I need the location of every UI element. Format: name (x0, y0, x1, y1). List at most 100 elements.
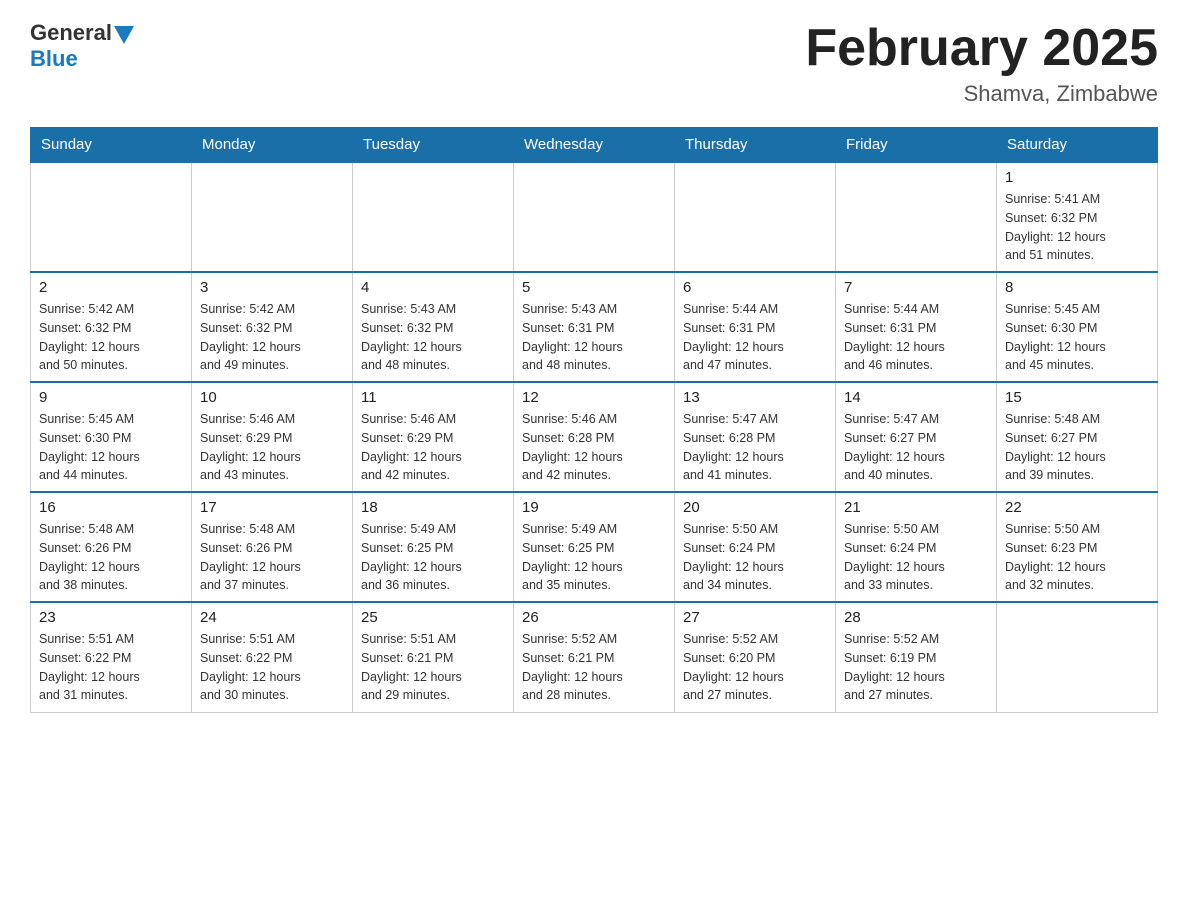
day-info: Sunrise: 5:47 AM Sunset: 6:27 PM Dayligh… (844, 410, 988, 485)
calendar-day-cell: 24 Sunrise: 5:51 AM Sunset: 6:22 PM Dayli… (192, 602, 353, 712)
calendar-table: SundayMondayTuesdayWednesdayThursdayFrid… (30, 127, 1158, 713)
calendar-day-cell: 7Sunrise: 5:44 AM Sunset: 6:31 PM Daylig… (836, 272, 997, 382)
day-of-week-header: Monday (192, 128, 353, 163)
day-number: 6 (683, 279, 827, 296)
day-of-week-header: Wednesday (514, 128, 675, 163)
day-number: 9 (39, 389, 183, 406)
day-number: 18 (361, 499, 505, 516)
calendar-day-cell (997, 602, 1158, 712)
logo-blue-text: Blue (30, 46, 78, 72)
day-number: 7 (844, 279, 988, 296)
day-number: 17 (200, 499, 344, 516)
calendar-day-cell: 10 Sunrise: 5:46 AM Sunset: 6:29 PM Dayli… (192, 382, 353, 492)
calendar-header-row: SundayMondayTuesdayWednesdayThursdayFrid… (31, 128, 1158, 163)
calendar-day-cell: 18 Sunrise: 5:49 AM Sunset: 6:25 PM Dayli… (353, 492, 514, 602)
day-info: Sunrise: 5:42 AM Sunset: 6:32 PM Dayligh… (200, 300, 344, 375)
day-info: Sunrise: 5:42 AM Sunset: 6:32 PM Dayligh… (39, 300, 183, 375)
day-info: Sunrise: 5:49 AM Sunset: 6:25 PM Dayligh… (522, 520, 666, 595)
location-subtitle: Shamva, Zimbabwe (805, 81, 1158, 107)
day-of-week-header: Friday (836, 128, 997, 163)
calendar-day-cell (514, 162, 675, 272)
logo-triangle-icon (114, 26, 134, 46)
logo: General Blue (30, 20, 134, 72)
day-number: 24 (200, 609, 344, 626)
day-info: Sunrise: 5:46 AM Sunset: 6:28 PM Dayligh… (522, 410, 666, 485)
day-number: 22 (1005, 499, 1149, 516)
calendar-day-cell: 6 Sunrise: 5:44 AM Sunset: 6:31 PM Daylig… (675, 272, 836, 382)
day-info: Sunrise: 5:51 AM Sunset: 6:22 PM Dayligh… (200, 630, 344, 705)
day-info: Sunrise: 5:41 AM Sunset: 6:32 PM Dayligh… (1005, 190, 1149, 265)
day-info: Sunrise: 5:50 AM Sunset: 6:23 PM Dayligh… (1005, 520, 1149, 595)
calendar-week-row: 2Sunrise: 5:42 AM Sunset: 6:32 PM Daylig… (31, 272, 1158, 382)
day-info: Sunrise: 5:51 AM Sunset: 6:21 PM Dayligh… (361, 630, 505, 705)
page-header: General Blue February 2025 Shamva, Zimba… (30, 20, 1158, 107)
day-number: 27 (683, 609, 827, 626)
day-info: Sunrise: 5:46 AM Sunset: 6:29 PM Dayligh… (200, 410, 344, 485)
logo-general-text: General (30, 20, 112, 46)
calendar-day-cell: 11 Sunrise: 5:46 AM Sunset: 6:29 PM Dayli… (353, 382, 514, 492)
calendar-day-cell: 28 Sunrise: 5:52 AM Sunset: 6:19 PM Dayli… (836, 602, 997, 712)
day-number: 12 (522, 389, 666, 406)
day-number: 20 (683, 499, 827, 516)
day-info: Sunrise: 5:46 AM Sunset: 6:29 PM Dayligh… (361, 410, 505, 485)
day-info: Sunrise: 5:50 AM Sunset: 6:24 PM Dayligh… (844, 520, 988, 595)
calendar-day-cell: 22 Sunrise: 5:50 AM Sunset: 6:23 PM Dayli… (997, 492, 1158, 602)
calendar-day-cell: 27 Sunrise: 5:52 AM Sunset: 6:20 PM Dayli… (675, 602, 836, 712)
day-number: 11 (361, 389, 505, 406)
day-info: Sunrise: 5:49 AM Sunset: 6:25 PM Dayligh… (361, 520, 505, 595)
day-info: Sunrise: 5:48 AM Sunset: 6:26 PM Dayligh… (39, 520, 183, 595)
calendar-day-cell: 14 Sunrise: 5:47 AM Sunset: 6:27 PM Dayli… (836, 382, 997, 492)
calendar-day-cell (836, 162, 997, 272)
day-info: Sunrise: 5:43 AM Sunset: 6:31 PM Dayligh… (522, 300, 666, 375)
day-info: Sunrise: 5:43 AM Sunset: 6:32 PM Dayligh… (361, 300, 505, 375)
day-info: Sunrise: 5:52 AM Sunset: 6:20 PM Dayligh… (683, 630, 827, 705)
calendar-day-cell: 25 Sunrise: 5:51 AM Sunset: 6:21 PM Dayli… (353, 602, 514, 712)
day-of-week-header: Tuesday (353, 128, 514, 163)
day-info: Sunrise: 5:45 AM Sunset: 6:30 PM Dayligh… (1005, 300, 1149, 375)
day-info: Sunrise: 5:48 AM Sunset: 6:27 PM Dayligh… (1005, 410, 1149, 485)
calendar-day-cell: 8Sunrise: 5:45 AM Sunset: 6:30 PM Daylig… (997, 272, 1158, 382)
day-info: Sunrise: 5:52 AM Sunset: 6:19 PM Dayligh… (844, 630, 988, 705)
calendar-day-cell: 17 Sunrise: 5:48 AM Sunset: 6:26 PM Dayli… (192, 492, 353, 602)
calendar-day-cell: 19 Sunrise: 5:49 AM Sunset: 6:25 PM Dayli… (514, 492, 675, 602)
day-info: Sunrise: 5:51 AM Sunset: 6:22 PM Dayligh… (39, 630, 183, 705)
calendar-day-cell: 15 Sunrise: 5:48 AM Sunset: 6:27 PM Dayli… (997, 382, 1158, 492)
day-info: Sunrise: 5:47 AM Sunset: 6:28 PM Dayligh… (683, 410, 827, 485)
day-number: 23 (39, 609, 183, 626)
day-of-week-header: Saturday (997, 128, 1158, 163)
day-number: 26 (522, 609, 666, 626)
day-number: 5 (522, 279, 666, 296)
calendar-week-row: 9Sunrise: 5:45 AM Sunset: 6:30 PM Daylig… (31, 382, 1158, 492)
day-number: 14 (844, 389, 988, 406)
day-of-week-header: Sunday (31, 128, 192, 163)
calendar-day-cell (31, 162, 192, 272)
day-number: 28 (844, 609, 988, 626)
calendar-day-cell: 13Sunrise: 5:47 AM Sunset: 6:28 PM Dayli… (675, 382, 836, 492)
calendar-day-cell (353, 162, 514, 272)
calendar-day-cell: 4 Sunrise: 5:43 AM Sunset: 6:32 PM Daylig… (353, 272, 514, 382)
day-info: Sunrise: 5:44 AM Sunset: 6:31 PM Dayligh… (683, 300, 827, 375)
day-number: 10 (200, 389, 344, 406)
day-number: 4 (361, 279, 505, 296)
calendar-day-cell: 12 Sunrise: 5:46 AM Sunset: 6:28 PM Dayli… (514, 382, 675, 492)
calendar-day-cell (675, 162, 836, 272)
calendar-week-row: 23 Sunrise: 5:51 AM Sunset: 6:22 PM Dayli… (31, 602, 1158, 712)
calendar-day-cell (192, 162, 353, 272)
day-number: 15 (1005, 389, 1149, 406)
calendar-week-row: 16 Sunrise: 5:48 AM Sunset: 6:26 PM Dayli… (31, 492, 1158, 602)
day-number: 1 (1005, 169, 1149, 186)
calendar-day-cell: 1 Sunrise: 5:41 AM Sunset: 6:32 PM Daylig… (997, 162, 1158, 272)
calendar-day-cell: 3 Sunrise: 5:42 AM Sunset: 6:32 PM Daylig… (192, 272, 353, 382)
day-info: Sunrise: 5:48 AM Sunset: 6:26 PM Dayligh… (200, 520, 344, 595)
calendar-day-cell: 9Sunrise: 5:45 AM Sunset: 6:30 PM Daylig… (31, 382, 192, 492)
day-number: 21 (844, 499, 988, 516)
calendar-day-cell: 20Sunrise: 5:50 AM Sunset: 6:24 PM Dayli… (675, 492, 836, 602)
calendar-day-cell: 16 Sunrise: 5:48 AM Sunset: 6:26 PM Dayli… (31, 492, 192, 602)
day-number: 3 (200, 279, 344, 296)
day-number: 25 (361, 609, 505, 626)
day-number: 19 (522, 499, 666, 516)
day-number: 16 (39, 499, 183, 516)
calendar-day-cell: 26Sunrise: 5:52 AM Sunset: 6:21 PM Dayli… (514, 602, 675, 712)
calendar-day-cell: 23 Sunrise: 5:51 AM Sunset: 6:22 PM Dayli… (31, 602, 192, 712)
calendar-week-row: 1 Sunrise: 5:41 AM Sunset: 6:32 PM Daylig… (31, 162, 1158, 272)
